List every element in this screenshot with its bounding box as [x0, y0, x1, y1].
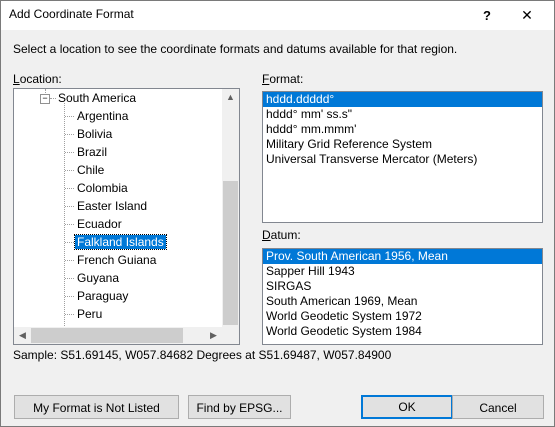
format-list-item[interactable]: hddd° mm.mmm'	[263, 122, 542, 137]
tree-item[interactable]: Argentina	[77, 107, 128, 125]
sample-text: Sample: S51.69145, W057.84682 Degrees at…	[13, 348, 392, 362]
tree-item-label: Guyana	[77, 271, 120, 285]
tree-connector	[65, 152, 74, 153]
tree-item-label: Colombia	[77, 181, 128, 195]
scroll-right-icon[interactable]: ▶	[205, 327, 222, 344]
tree-connector	[65, 206, 74, 207]
tree-connector	[65, 278, 74, 279]
tree-item-label: Bolivia	[77, 127, 113, 141]
datum-list-item[interactable]: SIRGAS	[263, 279, 542, 294]
tree-item[interactable]: Bolivia	[77, 125, 112, 143]
tree-item-label: Peru	[77, 307, 103, 321]
tree-item-label: Paraguay	[77, 289, 129, 303]
format-items: hddd.ddddd° hddd° mm' ss.s" hddd° mm.mmm' M…	[263, 92, 542, 167]
tree-item-label: French Guiana	[77, 253, 157, 267]
help-button[interactable]: ?	[467, 1, 507, 30]
datum-list-item[interactable]: World Geodetic System 1984	[263, 324, 542, 339]
tree-item-label: Ecuador	[77, 217, 122, 231]
tree-connector	[65, 224, 74, 225]
tree-item-south-america[interactable]: South America	[58, 89, 136, 107]
tree-item-label: Chile	[77, 163, 105, 177]
datum-list[interactable]: Prov. South American 1956, Mean Sapper Hi…	[262, 248, 543, 345]
find-by-epsg-button[interactable]: Find by EPSG...	[188, 395, 291, 419]
vertical-scroll-thumb[interactable]	[223, 181, 238, 325]
cancel-button[interactable]: Cancel	[452, 395, 544, 419]
tree-horizontal-scrollbar[interactable]: ◀ ▶	[14, 327, 222, 344]
tree-item[interactable]: Easter Island	[77, 197, 147, 215]
tree-item[interactable]: Paraguay	[77, 287, 128, 305]
tree-item-label: Easter Island	[77, 199, 148, 213]
location-tree[interactable]: − South America Argentina Bolivia Brazil Ch…	[13, 88, 240, 345]
add-coordinate-format-dialog: Add Coordinate Format ? ✕ Select a locat…	[0, 0, 555, 427]
tree-connector	[65, 116, 74, 117]
window-title: Add Coordinate Format	[9, 7, 134, 21]
tree-item[interactable]: French Guiana	[77, 251, 156, 269]
tree-item-label: Argentina	[77, 109, 129, 123]
tree-item[interactable]: Guyana	[77, 269, 119, 287]
instructions-text: Select a location to see the coordinate …	[13, 42, 458, 56]
datum-items: Prov. South American 1956, Mean Sapper Hi…	[263, 249, 542, 339]
title-bar: Add Coordinate Format ? ✕	[1, 1, 554, 30]
ok-button[interactable]: OK	[361, 395, 453, 419]
format-label: Format:	[262, 72, 304, 86]
tree-connector	[65, 314, 74, 315]
tree-connector	[65, 260, 74, 261]
tree-connector	[65, 170, 74, 171]
datum-list-item[interactable]: Sapper Hill 1943	[263, 264, 542, 279]
scroll-up-icon[interactable]: ▲	[222, 89, 239, 106]
datum-list-item[interactable]: South American 1969, Mean	[263, 294, 542, 309]
tree-item[interactable]: Falkland Islands	[74, 233, 167, 251]
close-button[interactable]: ✕	[507, 1, 547, 30]
tree-item[interactable]: Peru	[77, 305, 102, 323]
tree-item[interactable]: Colombia	[77, 179, 128, 197]
format-list[interactable]: hddd.ddddd° hddd° mm' ss.s" hddd° mm.mmm' M…	[262, 91, 543, 223]
format-list-item[interactable]: Military Grid Reference System	[263, 137, 542, 152]
location-label: Location:	[13, 72, 62, 86]
horizontal-scroll-thumb[interactable]	[31, 328, 183, 343]
tree-connector	[50, 98, 56, 99]
datum-list-item[interactable]: Prov. South American 1956, Mean	[263, 249, 542, 264]
tree-item[interactable]: Ecuador	[77, 215, 122, 233]
tree-connector	[65, 134, 74, 135]
tree-connector	[64, 103, 65, 328]
dialog-body: Select a location to see the coordinate …	[1, 30, 554, 426]
tree-item-label: Brazil	[77, 145, 108, 159]
scroll-left-icon[interactable]: ◀	[14, 327, 31, 344]
datum-label: Datum:	[262, 228, 301, 242]
tree-vertical-scrollbar[interactable]: ▲	[222, 89, 239, 327]
tree-item-label: Falkland Islands	[74, 234, 167, 250]
my-format-not-listed-button[interactable]: My Format is Not Listed	[14, 395, 179, 419]
tree-connector	[65, 188, 74, 189]
tree-connector	[65, 296, 74, 297]
datum-list-item[interactable]: World Geodetic System 1972	[263, 309, 542, 324]
scrollbar-corner	[222, 327, 239, 344]
format-list-item[interactable]: hddd.ddddd°	[263, 92, 542, 107]
tree-item[interactable]: Brazil	[77, 143, 107, 161]
collapse-icon[interactable]: −	[40, 94, 50, 104]
tree-connector	[65, 242, 74, 243]
format-list-item[interactable]: Universal Transverse Mercator (Meters)	[263, 152, 542, 167]
tree-item[interactable]: Chile	[77, 161, 104, 179]
format-list-item[interactable]: hddd° mm' ss.s"	[263, 107, 542, 122]
